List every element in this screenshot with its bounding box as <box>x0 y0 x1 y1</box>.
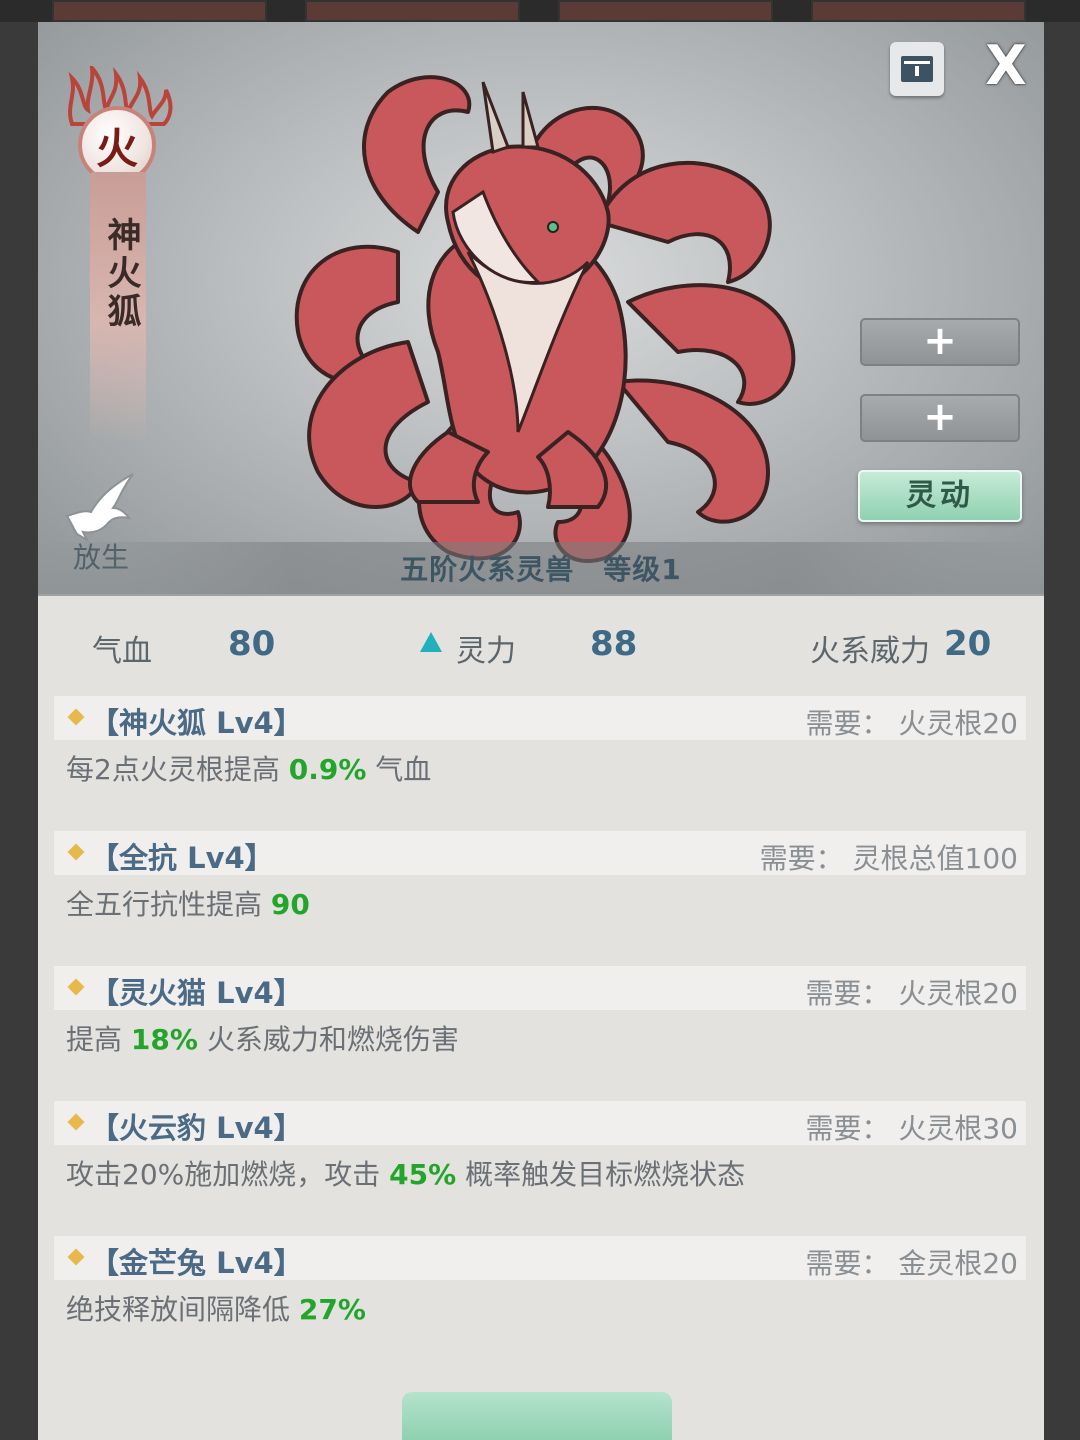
skill-title: 【神火狐 Lv4】 <box>90 706 303 740</box>
desc-highlight: 18% <box>130 1023 198 1056</box>
diamond-icon <box>67 1248 85 1266</box>
grade-bar: 五阶火系灵兽 等级1 <box>38 542 1044 594</box>
fire-power-value: 20 <box>944 624 992 664</box>
background-card <box>52 0 267 22</box>
background-card <box>811 0 1026 22</box>
skill-requirement: 需要： 火灵根20 <box>805 707 1018 740</box>
desc-text: 攻击20%施加燃烧，攻击 <box>66 1158 390 1191</box>
diamond-icon <box>67 708 85 726</box>
skill-entry: 【神火狐 Lv4】 需要： 火灵根20 每2点火灵根提高 0.9% 气血 <box>54 696 1026 790</box>
diamond-icon <box>67 1113 85 1131</box>
fire-fox-portrait <box>294 75 796 564</box>
skill-description: 每2点火灵根提高 0.9% 气血 <box>54 740 1026 790</box>
skill-requirement: 需要： 金灵根20 <box>805 1247 1018 1280</box>
skill-header: 【灵火猫 Lv4】 需要： 火灵根20 <box>54 966 1026 1010</box>
skill-requirement: 需要： 灵根总值100 <box>759 842 1018 875</box>
desc-highlight: 45% <box>389 1158 457 1191</box>
stats-row: 气血 80 灵力 88 火系威力 20 <box>38 616 1044 676</box>
background-strip <box>0 0 1080 22</box>
desc-text: 绝技释放间隔降低 <box>66 1293 299 1326</box>
desc-text: 火系威力和燃烧伤害 <box>197 1023 459 1056</box>
diamond-icon <box>67 978 85 996</box>
fire-power-label: 火系威力 <box>810 634 930 669</box>
skill-title: 【火云豹 Lv4】 <box>90 1111 303 1145</box>
add-slot-button-1[interactable]: + <box>860 318 1020 366</box>
desc-text: 气血 <box>366 753 432 786</box>
skill-header: 【全抗 Lv4】 需要： 灵根总值100 <box>54 831 1026 875</box>
beast-detail-panel: 火 神火狐 放生 <box>38 22 1044 1440</box>
skill-entry: 【火云豹 Lv4】 需要： 火灵根30 攻击20%施加燃烧，攻击 45% 概率触… <box>54 1101 1026 1195</box>
close-button[interactable]: X <box>976 36 1036 96</box>
beast-name: 神火狐 <box>101 217 141 331</box>
desc-highlight: 27% <box>298 1293 366 1326</box>
skill-description: 提高 18% 火系威力和燃烧伤害 <box>54 1010 1026 1060</box>
skill-entry: 【全抗 Lv4】 需要： 灵根总值100 全五行抗性提高 90 <box>54 831 1026 925</box>
skill-title: 【全抗 Lv4】 <box>90 841 274 875</box>
diamond-icon <box>67 843 85 861</box>
skill-description: 绝技释放间隔降低 27% <box>54 1280 1026 1330</box>
desc-text: 提高 <box>66 1023 131 1056</box>
skill-requirement: 需要： 火灵根20 <box>805 977 1018 1010</box>
lingdong-button[interactable]: 灵动 <box>858 470 1022 522</box>
skill-header: 【火云豹 Lv4】 需要： 火灵根30 <box>54 1101 1026 1145</box>
grade-text: 五阶火系灵兽 等级1 <box>400 553 682 586</box>
skill-requirement: 需要： 火灵根30 <box>805 1112 1018 1145</box>
info-book-button[interactable] <box>890 42 944 96</box>
hp-label: 气血 <box>92 634 152 669</box>
skill-entry: 【金芒兔 Lv4】 需要： 金灵根20 绝技释放间隔降低 27% <box>54 1236 1026 1330</box>
background-card <box>305 0 520 22</box>
desc-text: 每2点火灵根提高 <box>66 753 289 786</box>
dove-icon <box>65 473 134 542</box>
desc-text: 全五行抗性提高 <box>66 888 271 921</box>
skill-description: 攻击20%施加燃烧，攻击 45% 概率触发目标燃烧状态 <box>54 1145 1026 1195</box>
skill-title: 【金芒兔 Lv4】 <box>90 1246 303 1280</box>
up-arrow-icon <box>420 632 442 652</box>
beast-portrait-area: 火 神火狐 放生 <box>38 22 1044 596</box>
desc-highlight: 90 <box>270 888 310 921</box>
hp-value: 80 <box>228 624 276 664</box>
skill-description: 全五行抗性提高 90 <box>54 875 1026 925</box>
add-slot-button-2[interactable]: + <box>860 394 1020 442</box>
spirit-value: 88 <box>590 624 638 664</box>
spirit-label: 灵力 <box>456 634 516 669</box>
bottom-action-button[interactable] <box>402 1392 672 1440</box>
skill-header: 【神火狐 Lv4】 需要： 火灵根20 <box>54 696 1026 740</box>
desc-text: 概率触发目标燃烧状态 <box>456 1158 746 1191</box>
skill-title: 【灵火猫 Lv4】 <box>90 976 303 1010</box>
skill-header: 【金芒兔 Lv4】 需要： 金灵根20 <box>54 1236 1026 1280</box>
skill-entry: 【灵火猫 Lv4】 需要： 火灵根20 提高 18% 火系威力和燃烧伤害 <box>54 966 1026 1060</box>
desc-highlight: 0.9% <box>288 753 367 786</box>
book-icon <box>901 56 933 82</box>
background-card <box>558 0 773 22</box>
